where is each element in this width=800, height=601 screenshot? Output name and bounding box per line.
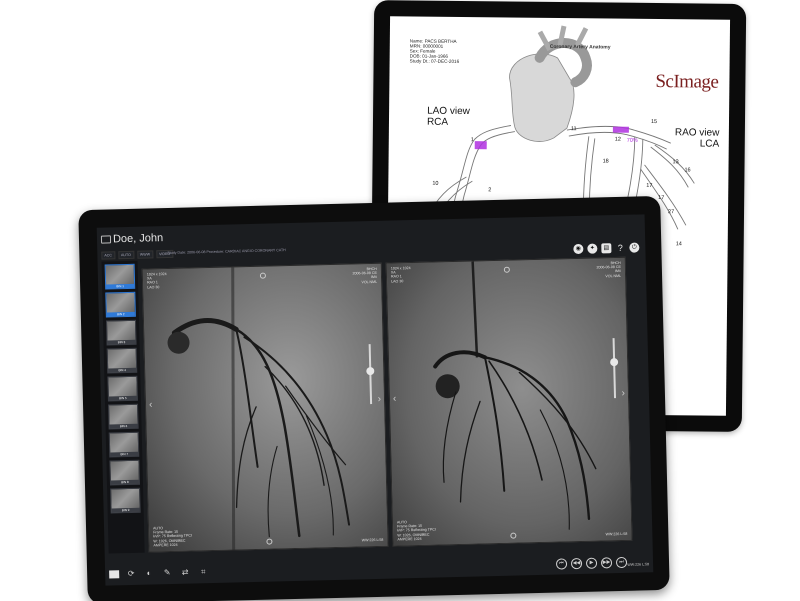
thumbnail[interactable]: BIN 6	[108, 403, 139, 430]
folder-icon[interactable]	[100, 235, 112, 244]
viewport-right[interactable]: 1024 x 1024 XA RAO 1 LAO 30 BHCH 2006-06…	[385, 256, 633, 547]
thumbnail[interactable]: BIN 2	[105, 291, 136, 318]
thumbnail[interactable]: BIN 8	[109, 459, 141, 486]
overlay-bottom-left: AUTO Frame Rate: 15 kVP: 75 Reflecting T…	[153, 526, 193, 548]
globe-icon[interactable]: ✦	[587, 243, 598, 254]
lao-view-text: LAO view	[427, 105, 470, 118]
diagram-title: Coronary Artery Anatomy	[549, 43, 611, 51]
power-icon[interactable]: ⏻	[629, 242, 640, 253]
bottom-toolbar: ⟳ ◐ ✎ ⇄ ⌗	[109, 567, 209, 579]
segment-number: 18	[602, 158, 609, 165]
thumbnail-label: BIN 6	[109, 423, 138, 429]
segment-number: 17	[646, 182, 653, 189]
tab-acc[interactable]: ACC	[101, 251, 116, 260]
view-tabs: ACC AUTO WWW VIDEO	[101, 249, 174, 260]
window-level-readout: WW:226 L:58	[627, 562, 650, 567]
overlay-top-left: 1024 x 1024 XA RAO 1 LAO 30	[146, 272, 167, 290]
aorta	[509, 53, 575, 142]
thumbnail[interactable]: BIN 7	[108, 431, 140, 458]
segment-number: 15	[650, 118, 658, 126]
lesion-lca	[612, 126, 629, 133]
thumbnail-label: BIN 3	[107, 339, 136, 345]
segment-number: 27	[668, 209, 675, 216]
segment-number: 14	[675, 241, 682, 248]
thumbnail[interactable]: BIN 3	[105, 319, 137, 346]
segment-number: 1	[470, 137, 474, 144]
lesion-tag: 70%	[626, 137, 638, 144]
thumbnail-label: BIN 8	[110, 479, 139, 485]
previous-frame-icon[interactable]: ◀◀	[570, 557, 583, 570]
pen-icon[interactable]: ✎	[161, 568, 173, 578]
logo-suffix: Image	[673, 71, 719, 93]
lesion-rca	[474, 141, 487, 150]
product-showcase: Name: PACS BERTHA MRN: 00000001 Sex: Fem…	[0, 0, 800, 601]
tab-auto[interactable]: AUTO	[117, 250, 134, 260]
lao-vessel-text: RCA	[426, 116, 449, 128]
rao-vessel-text: LCA	[699, 138, 720, 150]
segment-number: 12	[614, 136, 621, 143]
contrast-icon[interactable]: ◐	[143, 568, 155, 578]
segment-number: 11	[570, 126, 577, 133]
logo-prefix: Sc	[655, 71, 674, 93]
segment-number: 2	[488, 187, 492, 194]
rao-view-text: RAO view	[674, 127, 720, 139]
overlay-bottom-right: WW:226 L:58	[361, 537, 384, 543]
thumbnail-label: BIN 9	[111, 507, 140, 513]
overlay-bottom-right: WW:226 L:58	[605, 531, 628, 537]
document-icon[interactable]: ▤	[601, 243, 612, 254]
chevron-left-icon[interactable]: ‹	[149, 399, 153, 410]
rao-view-label: RAO view LCA	[675, 127, 720, 149]
overlay-top-right: BHCH 2006-06-08 CE IM# VOL NML	[596, 260, 622, 278]
viewport-left[interactable]: 1024 x 1024 XA RAO 1 LAO 30 BHCH 2006-06…	[141, 262, 389, 553]
study-info: Study Date: 2006-06-08 Procedure: CARDIA…	[167, 248, 286, 256]
layout-icon[interactable]	[109, 570, 120, 579]
thumbnail[interactable]: BIN 5	[107, 375, 138, 402]
ruler-icon[interactable]: ⌗	[197, 567, 209, 577]
thumbnail-label: BIN 4	[108, 367, 137, 373]
sync-icon[interactable]: ⇄	[179, 568, 191, 578]
patient-name: Doe, John	[112, 232, 164, 246]
thumbnail-label: BIN 1	[106, 283, 135, 289]
first-frame-icon[interactable]: ⏮	[555, 558, 568, 570]
thumbnail-label: BIN 5	[108, 395, 137, 401]
sciimage-logo: ScImage	[655, 71, 718, 94]
overlay-top-left: 1024 x 1024 XA RAO 1 LAO 30	[390, 266, 411, 284]
toolbar-icons: ◉ ✦ ▤ ? ⏻	[573, 242, 640, 255]
thumbnail-label: BIN 7	[110, 451, 139, 457]
segment-number: 13	[672, 159, 679, 166]
thumbnail[interactable]: BIN 4	[106, 347, 138, 374]
thumbnail-strip: BIN 1 BIN 2 BIN 3 BIN 4 BIN 5 BIN 6 BIN …	[101, 260, 145, 554]
chevron-left-icon[interactable]: ‹	[393, 393, 397, 404]
rotate-icon[interactable]: ⟳	[125, 569, 137, 579]
chevron-right-icon[interactable]: ›	[621, 388, 625, 399]
thumbnail-label: BIN 2	[106, 311, 135, 317]
lao-view-label: LAO view RCA	[427, 106, 470, 128]
segment-number: 16	[684, 167, 691, 174]
segment-number: 17	[658, 195, 665, 202]
segment-number: 10	[432, 180, 439, 187]
overlay-bottom-left: AUTO Frame Rate: 15 kVP: 75 Reflecting T…	[396, 520, 436, 542]
help-icon[interactable]: ?	[615, 243, 625, 253]
patient-info-line: Study Dt.: 07-DEC-2016	[409, 58, 460, 64]
angiogram-right	[386, 257, 633, 547]
next-frame-icon[interactable]: ▶▶	[600, 557, 613, 569]
last-frame-icon[interactable]: ⏭	[615, 556, 628, 569]
thumbnail[interactable]: BIN 1	[104, 263, 136, 290]
angiogram-left	[142, 263, 389, 553]
chevron-right-icon[interactable]: ›	[378, 394, 382, 405]
angiography-viewer: Doe, John ACC AUTO WWW VIDEO Study Date:…	[96, 214, 654, 586]
playback-controls: ⏮ ◀◀ ▶ ▶▶ ⏭	[555, 556, 628, 570]
tab-www[interactable]: WWW	[136, 250, 154, 259]
play-icon[interactable]: ▶	[585, 557, 598, 569]
eye-icon[interactable]: ◉	[573, 243, 584, 255]
thumbnail[interactable]: BIN 9	[110, 487, 141, 514]
overlay-top-right: BHCH 2006-06-08 CE IM# VOL NML	[352, 266, 378, 284]
viewer-tablet: Doe, John ACC AUTO WWW VIDEO Study Date:…	[78, 195, 670, 601]
